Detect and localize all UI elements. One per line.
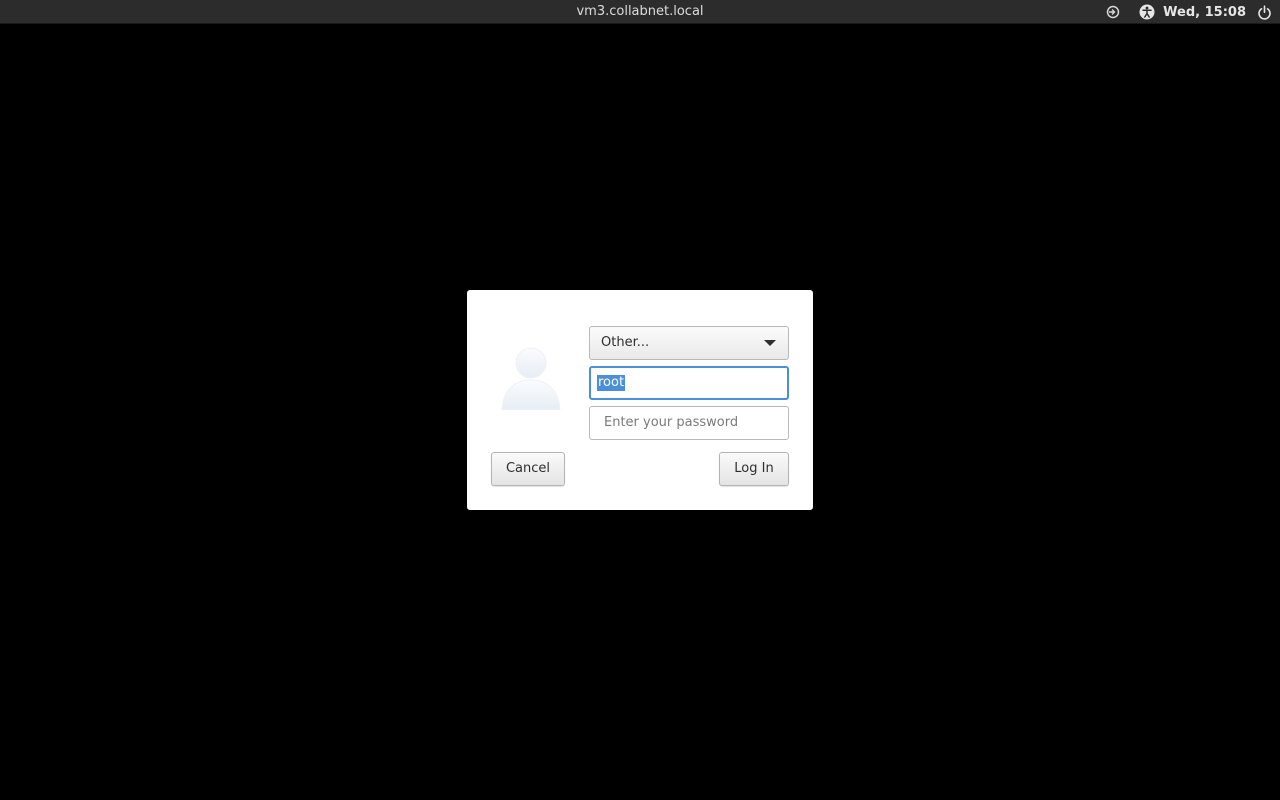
top-bar: vm3.collabnet.local Wed, 15:08 (0, 0, 1280, 24)
user-avatar-icon (499, 346, 563, 411)
hostname-label: vm3.collabnet.local (576, 4, 704, 19)
clock[interactable]: Wed, 15:08 (1163, 5, 1246, 20)
username-value: root (597, 375, 626, 391)
chevron-down-icon (764, 340, 776, 346)
system-status-area: Wed, 15:08 (1105, 0, 1272, 24)
power-icon[interactable] (1256, 4, 1272, 20)
password-input[interactable]: Enter your password (589, 406, 789, 440)
accessibility-icon[interactable] (1139, 4, 1155, 20)
display-icon[interactable] (1105, 4, 1121, 20)
password-placeholder: Enter your password (604, 415, 739, 430)
cancel-button[interactable]: Cancel (491, 452, 565, 486)
login-dialog: Other... root Enter your password Cancel… (467, 290, 813, 510)
login-button[interactable]: Log In (719, 452, 789, 486)
username-input[interactable]: root (589, 366, 789, 400)
user-selector-dropdown[interactable]: Other... (589, 326, 789, 360)
user-selector-label: Other... (601, 335, 650, 350)
